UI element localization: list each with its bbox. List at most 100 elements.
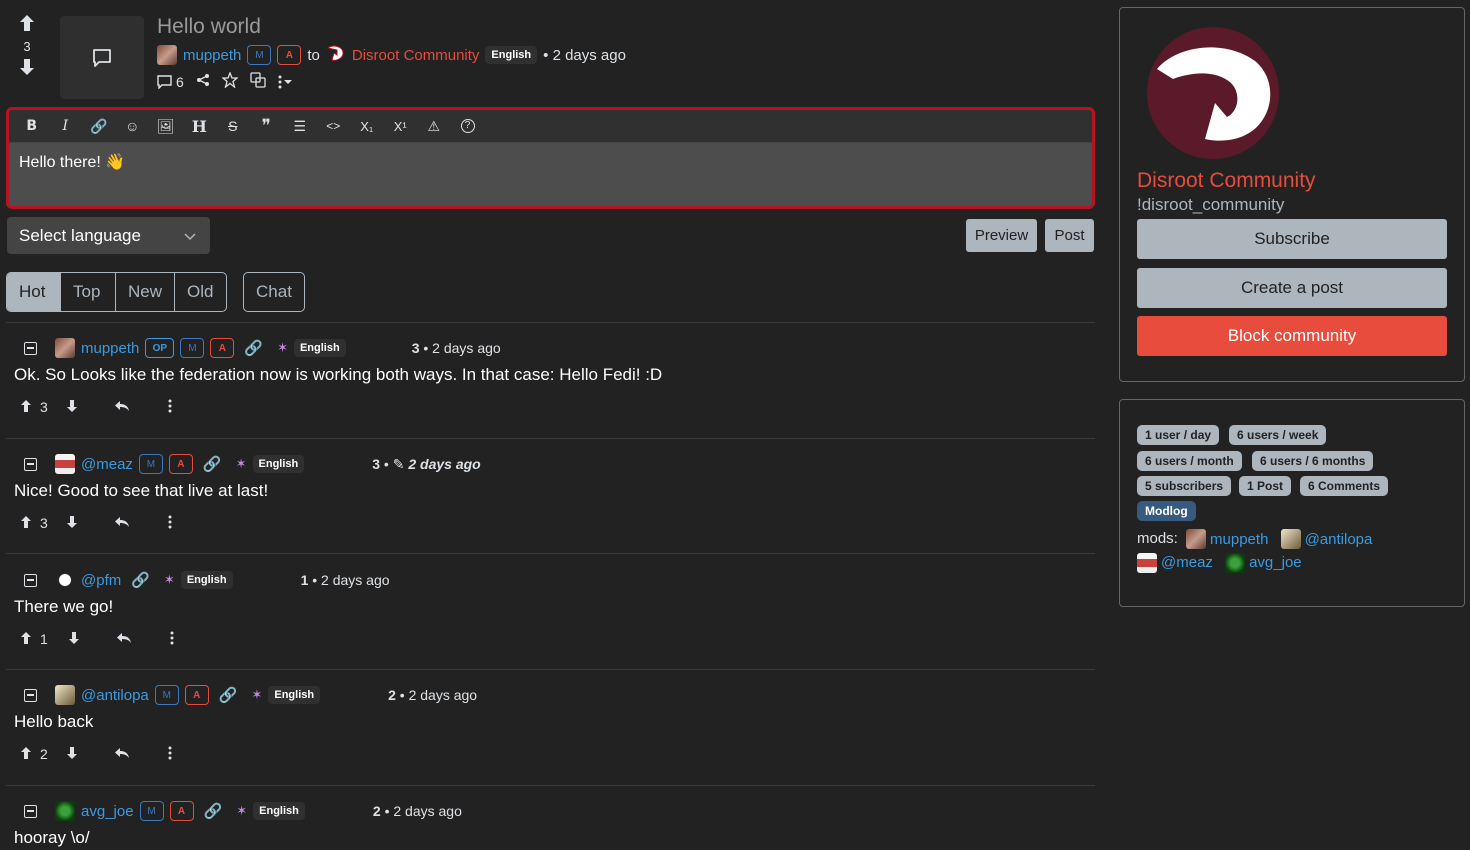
share-icon[interactable]	[196, 73, 210, 90]
comments-button[interactable]: 6	[157, 74, 184, 90]
subscript-icon[interactable]: X₁	[350, 119, 384, 134]
header-icon[interactable]: H	[183, 117, 217, 136]
downvote-icon[interactable]	[66, 399, 78, 416]
community-title[interactable]: Disroot Community	[1137, 169, 1316, 193]
upvote-icon[interactable]	[20, 746, 32, 763]
comment-score: 3	[372, 455, 381, 472]
comment-author[interactable]: avg_joe	[81, 803, 134, 820]
reply-icon[interactable]	[114, 399, 130, 415]
block-community-button[interactable]: Block community	[1137, 316, 1447, 356]
post-button[interactable]: Post	[1045, 219, 1094, 252]
moderator[interactable]: @meaz	[1137, 551, 1213, 574]
star-icon[interactable]	[221, 71, 239, 91]
post-title[interactable]: Hello world	[157, 15, 261, 39]
language-select[interactable]: Select language	[7, 217, 210, 254]
help-icon[interactable]: ?	[460, 119, 475, 133]
create-post-button[interactable]: Create a post	[1137, 268, 1447, 308]
quote-icon[interactable]: ❞	[250, 116, 284, 136]
code-icon[interactable]: <>	[317, 119, 351, 133]
emoji-icon[interactable]: ☺	[116, 118, 150, 134]
stat-users-week: 6 users / week	[1229, 425, 1327, 445]
comment-author[interactable]: muppeth	[81, 340, 139, 357]
link-icon[interactable]: 🔗	[219, 686, 238, 704]
comment-text: Ok. So Looks like the federation now is …	[14, 365, 663, 384]
reply-icon[interactable]	[114, 746, 130, 762]
sort-new[interactable]: New	[116, 273, 175, 311]
comment-author[interactable]: @antilopa	[81, 687, 149, 704]
link-icon[interactable]: 🔗	[82, 118, 116, 135]
collapse-icon[interactable]	[24, 804, 37, 818]
comment-editor[interactable]: B I 🔗 ☺ 🖼 H S ❞ ☰ <> X₁ X¹ ⚠ ? Hello the…	[6, 107, 1095, 209]
downvote-icon[interactable]	[14, 58, 40, 80]
upvote-count: 3	[40, 515, 48, 531]
more-options-icon[interactable]	[278, 75, 292, 89]
moderator[interactable]: avg_joe	[1225, 551, 1302, 574]
subscribe-button[interactable]: Subscribe	[1137, 219, 1447, 259]
downvote-icon[interactable]	[66, 515, 78, 532]
moderator[interactable]: @antilopa	[1280, 528, 1373, 551]
collapse-icon[interactable]	[24, 688, 37, 702]
superscript-icon[interactable]: X¹	[384, 119, 418, 134]
comment-score-time: 2 • 2 days ago	[388, 687, 477, 703]
downvote-icon[interactable]	[68, 631, 80, 648]
link-icon[interactable]: 🔗	[244, 339, 263, 357]
comment-time: • 2 days ago	[399, 687, 478, 703]
sort-top[interactable]: Top	[61, 273, 116, 311]
fediverse-icon: ✶	[251, 687, 263, 702]
chevron-down-icon	[184, 226, 196, 246]
fediverse-icon: ✶	[235, 456, 247, 471]
post-author-link[interactable]: muppeth	[183, 47, 241, 64]
more-options-icon[interactable]	[168, 515, 172, 532]
fediverse-icon: ✶	[163, 572, 175, 587]
link-icon[interactable]: 🔗	[131, 571, 150, 589]
upvote-icon[interactable]	[20, 399, 32, 416]
avatar	[1137, 552, 1157, 573]
link-icon[interactable]: 🔗	[204, 802, 223, 820]
collapse-icon[interactable]	[24, 573, 37, 587]
modlog-link[interactable]: Modlog	[1137, 501, 1196, 521]
moderator-name[interactable]: @antilopa	[1305, 528, 1373, 551]
editor-textarea[interactable]: Hello there! 👋	[9, 143, 1092, 181]
post-thumbnail[interactable]	[60, 16, 144, 99]
link-icon[interactable]: 🔗	[203, 455, 222, 473]
comment-header: @meaz M A 🔗 ✶ English 3 • ✎ 2 days ago	[14, 453, 1094, 475]
bold-icon[interactable]: B	[15, 118, 49, 134]
stat-users-6-months: 6 users / 6 months	[1252, 451, 1374, 471]
moderator-name[interactable]: muppeth	[1210, 528, 1268, 551]
collapse-icon[interactable]	[24, 457, 37, 471]
preview-button[interactable]: Preview	[966, 219, 1037, 252]
spoiler-icon[interactable]: ⚠	[417, 118, 451, 135]
more-options-icon[interactable]	[168, 399, 172, 416]
post-meta: muppeth M A to Disroot Community English…	[157, 44, 626, 66]
reply-icon[interactable]	[116, 631, 132, 647]
comment-author[interactable]: @pfm	[81, 572, 121, 589]
collapse-icon[interactable]	[24, 341, 37, 355]
crosspost-icon[interactable]	[250, 72, 266, 91]
reply-icon[interactable]	[114, 515, 130, 531]
image-icon[interactable]: 🖼	[149, 118, 183, 135]
comment-score-time: 3 • 2 days ago	[412, 340, 501, 356]
admin-badge: A	[210, 338, 235, 358]
upvote-count: 3	[40, 399, 48, 415]
sort-old[interactable]: Old	[175, 273, 226, 311]
avatar	[55, 338, 75, 358]
comment-author[interactable]: @meaz	[81, 456, 133, 473]
upvote-icon[interactable]	[20, 631, 32, 648]
upvote-icon[interactable]	[20, 515, 32, 532]
more-options-icon[interactable]	[170, 631, 174, 648]
moderator-name[interactable]: avg_joe	[1249, 551, 1302, 574]
downvote-icon[interactable]	[66, 746, 78, 763]
sort-hot[interactable]: Hot	[7, 273, 61, 311]
strikethrough-icon[interactable]: S	[216, 118, 250, 134]
comment-count: 6	[176, 73, 184, 90]
moderator-name[interactable]: @meaz	[1161, 551, 1213, 574]
comment: @antilopa M A 🔗 ✶ English 2 • 2 days ago…	[14, 684, 1094, 764]
comment-text: Nice! Good to see that live at last!	[14, 481, 269, 500]
italic-icon[interactable]: I	[49, 118, 83, 134]
moderator[interactable]: muppeth	[1186, 528, 1268, 551]
more-options-icon[interactable]	[168, 746, 172, 763]
chat-view-button[interactable]: Chat	[243, 272, 305, 312]
list-icon[interactable]: ☰	[283, 118, 317, 135]
community-link[interactable]: Disroot Community	[352, 47, 480, 64]
upvote-icon[interactable]	[14, 14, 40, 36]
